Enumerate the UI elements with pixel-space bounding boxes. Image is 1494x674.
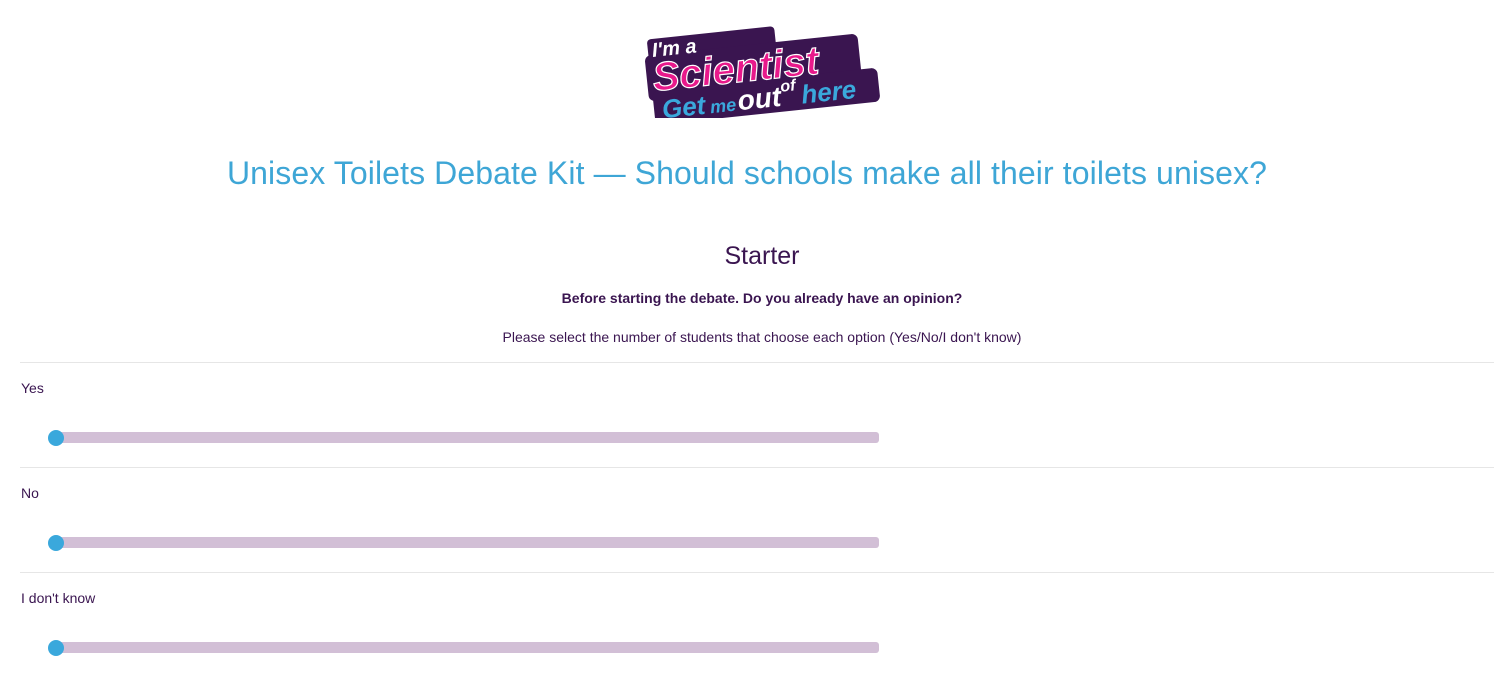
- slider-thumb[interactable]: [48, 535, 64, 551]
- logo-get-text: Get: [661, 90, 709, 118]
- option-row-no: No: [20, 467, 1494, 573]
- page: I'm a Scientist Get me out of here Unise…: [0, 0, 1494, 674]
- slider-track[interactable]: [56, 432, 879, 443]
- slider-track[interactable]: [56, 537, 879, 548]
- question-text: Before starting the debate. Do you alrea…: [561, 290, 963, 306]
- logo-here-text: here: [800, 74, 858, 110]
- page-title: Unisex Toilets Debate Kit — Should schoo…: [226, 155, 1268, 191]
- dont-know-count-slider[interactable]: [48, 633, 880, 663]
- instruction-text: Please select the number of students tha…: [502, 329, 1022, 345]
- slider-thumb[interactable]: [48, 430, 64, 446]
- option-row-yes: Yes: [20, 362, 1494, 468]
- logo-out-text: out: [736, 81, 784, 117]
- option-label: Yes: [21, 380, 44, 396]
- option-label: No: [21, 485, 39, 501]
- section-heading: Starter: [724, 242, 800, 270]
- option-label: I don't know: [21, 590, 96, 606]
- logo-me-text: me: [709, 95, 737, 118]
- yes-count-slider[interactable]: [48, 423, 880, 453]
- slider-thumb[interactable]: [48, 640, 64, 656]
- im-a-scientist-logo[interactable]: I'm a Scientist Get me out of here: [636, 12, 880, 118]
- no-count-slider[interactable]: [48, 528, 880, 558]
- option-row-dont-know: I don't know: [20, 572, 1494, 674]
- slider-track[interactable]: [56, 642, 879, 653]
